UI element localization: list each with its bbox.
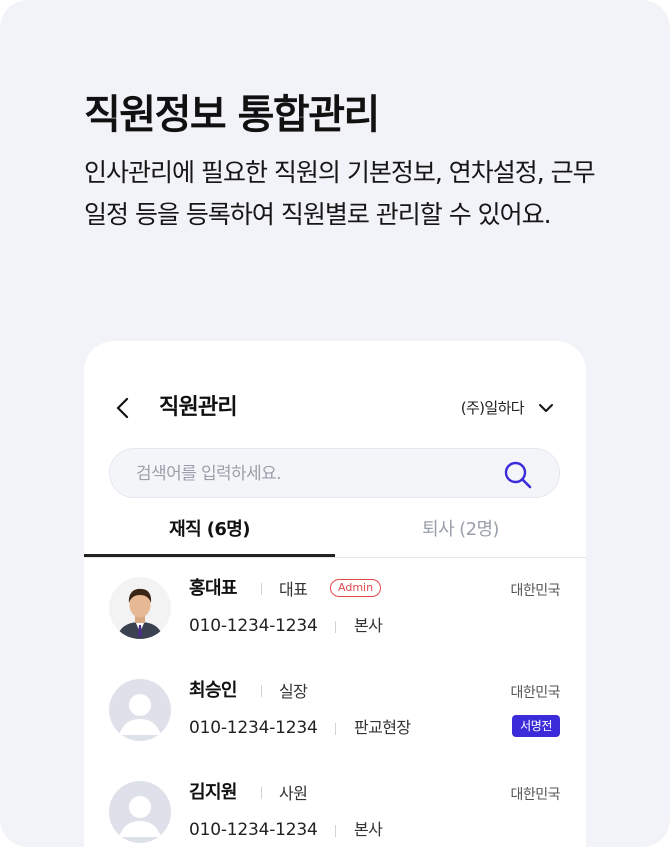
employee-site: 판교현장 bbox=[354, 718, 411, 737]
employee-row[interactable]: 최승인 실장 대한민국 010-1234-1234 판교현장 서명전 bbox=[84, 679, 586, 779]
divider bbox=[261, 787, 262, 799]
company-selector[interactable]: (주)일하다 bbox=[461, 397, 554, 418]
employee-country: 대한민국 bbox=[510, 787, 560, 803]
divider bbox=[261, 583, 262, 595]
employee-name: 홍대표 bbox=[189, 578, 237, 599]
avatar bbox=[109, 679, 171, 741]
divider bbox=[335, 621, 336, 633]
employee-row[interactable]: 김지원 사원 대한민국 010-1234-1234 본사 bbox=[84, 781, 586, 847]
employee-country: 대한민국 bbox=[510, 685, 560, 701]
tab-employed[interactable]: 재직 (6명) bbox=[84, 511, 335, 557]
app-screen: 직원관리 (주)일하다 재직 (6명) 퇴사 (2명) bbox=[84, 341, 586, 847]
feature-card: 직원정보 통합관리 인사관리에 필요한 직원의 기본정보, 연차설정, 근무일정… bbox=[0, 0, 670, 847]
chevron-left-icon[interactable] bbox=[114, 397, 132, 419]
search-input[interactable] bbox=[134, 449, 498, 499]
avatar bbox=[109, 577, 171, 639]
divider bbox=[335, 723, 336, 735]
tab-resigned[interactable]: 퇴사 (2명) bbox=[335, 511, 586, 557]
hero-description: 인사관리에 필요한 직원의 기본정보, 연차설정, 근무일정 등을 등록하여 직… bbox=[84, 158, 596, 229]
status-tabs: 재직 (6명) 퇴사 (2명) bbox=[84, 511, 586, 558]
employee-name: 최승인 bbox=[189, 680, 237, 701]
employee-phone: 010-1234-1234 bbox=[189, 718, 318, 738]
app-header: 직원관리 (주)일하다 bbox=[84, 341, 586, 441]
employee-name: 김지원 bbox=[189, 782, 237, 803]
employee-site: 본사 bbox=[354, 616, 383, 635]
divider bbox=[261, 685, 262, 697]
employee-role: 사원 bbox=[279, 784, 308, 803]
chevron-down-icon bbox=[539, 403, 553, 412]
employee-phone: 010-1234-1234 bbox=[189, 820, 318, 840]
profile-photo bbox=[109, 577, 171, 639]
hero-title: 직원정보 통합관리 bbox=[84, 92, 380, 138]
employee-role: 대표 bbox=[279, 580, 308, 599]
admin-tag: Admin bbox=[330, 579, 382, 597]
page-title: 직원관리 bbox=[159, 395, 238, 420]
avatar bbox=[109, 781, 171, 843]
default-avatar-icon bbox=[109, 781, 171, 843]
search-box bbox=[109, 448, 560, 499]
employee-role: 실장 bbox=[279, 682, 308, 701]
company-label: (주)일하다 bbox=[460, 399, 525, 417]
divider bbox=[335, 825, 336, 837]
employee-site: 본사 bbox=[354, 820, 383, 839]
employee-row[interactable]: 홍대표 대표 Admin 대한민국 010-1234-1234 본사 bbox=[84, 577, 586, 677]
search-icon[interactable] bbox=[503, 460, 533, 490]
employee-country: 대한민국 bbox=[510, 583, 560, 599]
status-badge: 서명전 bbox=[512, 715, 560, 737]
employee-phone: 010-1234-1234 bbox=[189, 616, 318, 636]
default-avatar-icon bbox=[109, 679, 171, 741]
